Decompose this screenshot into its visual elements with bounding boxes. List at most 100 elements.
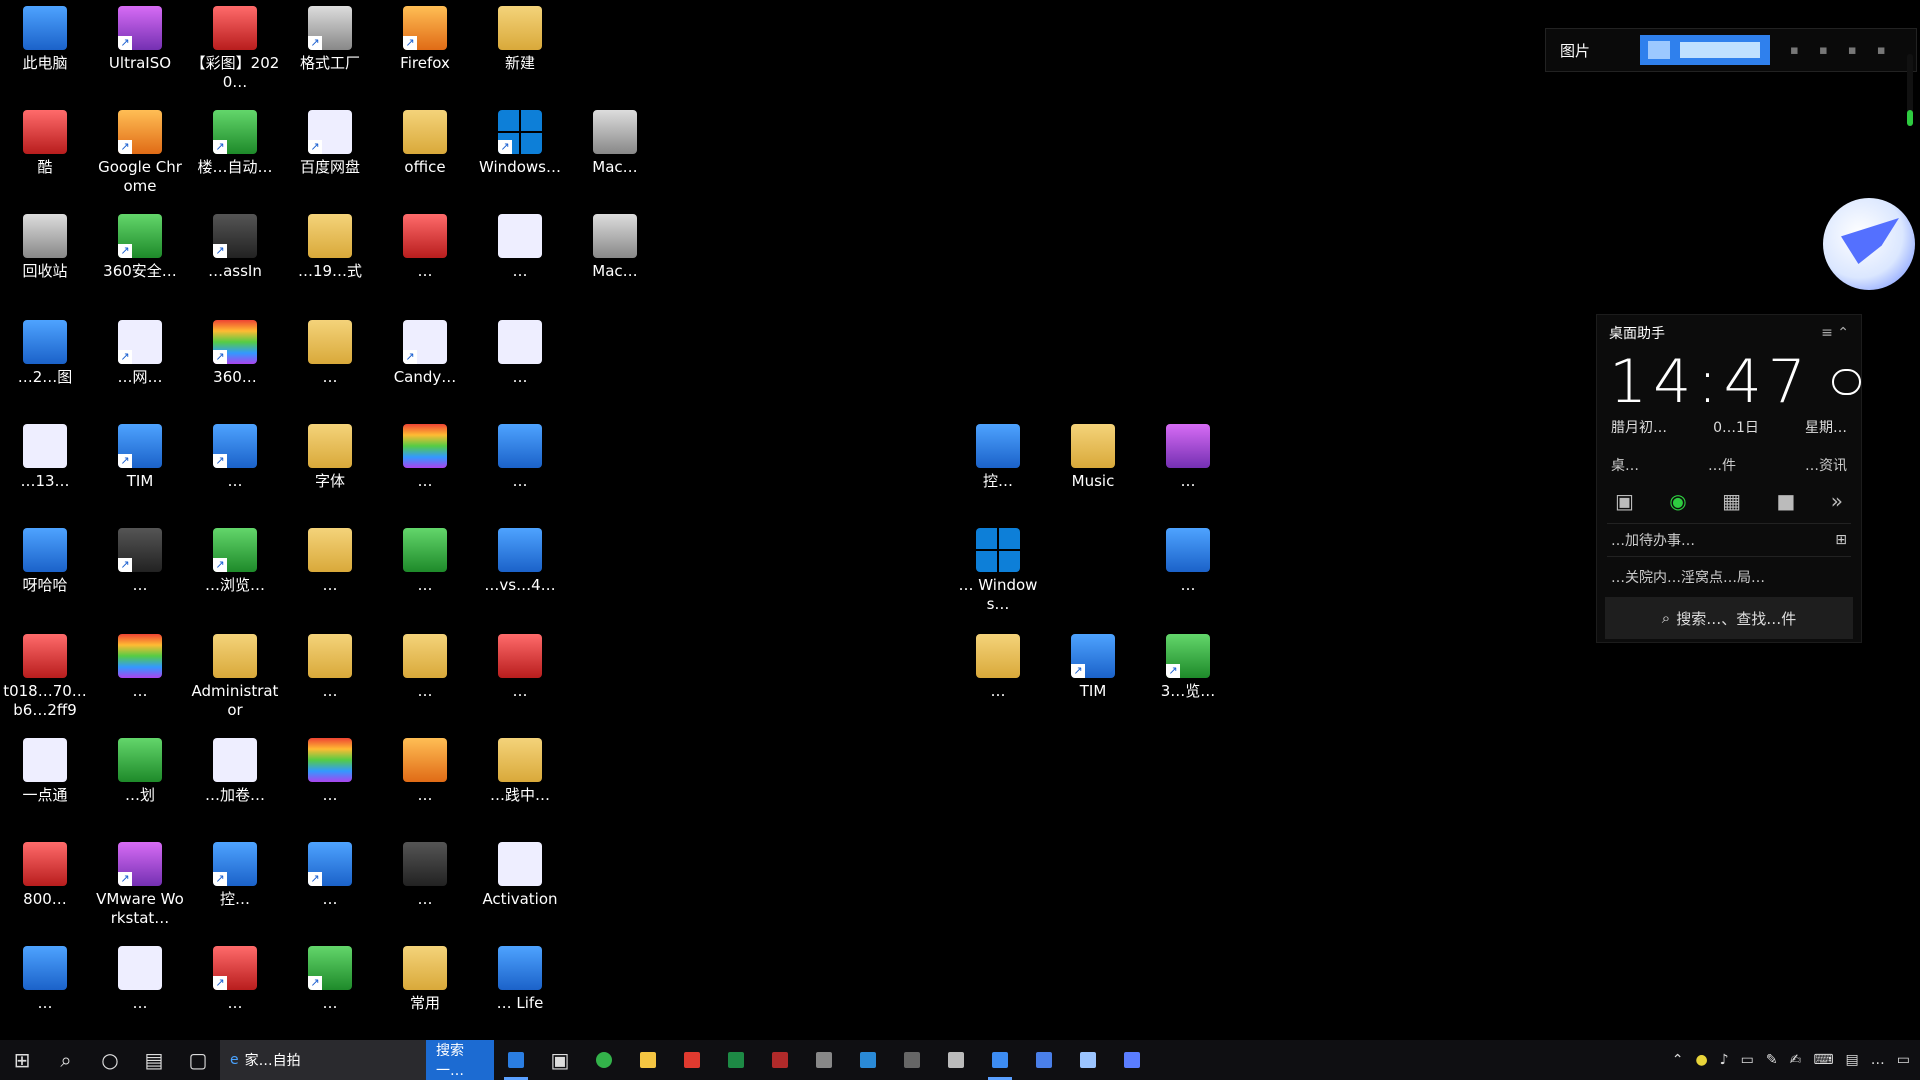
desktop-icon[interactable]: …	[380, 634, 470, 701]
desktop-icon[interactable]: …	[475, 214, 565, 281]
desktop-icon[interactable]: office	[380, 110, 470, 177]
save-icon[interactable]: ■	[1776, 489, 1795, 513]
desktop-icon[interactable]: …	[95, 946, 185, 1013]
desktop-icon[interactable]: … Life	[475, 946, 565, 1013]
app-icon-7[interactable]	[890, 1040, 934, 1080]
eye-icon[interactable]: ◉	[1669, 489, 1686, 513]
desktop-icon[interactable]: Activation	[475, 842, 565, 909]
app-icon-6[interactable]	[846, 1040, 890, 1080]
image-bar-button[interactable]	[1640, 35, 1770, 65]
desktop-icon[interactable]: ↗ Firefox	[380, 6, 470, 73]
pen-icon[interactable]: ✎	[1766, 1052, 1778, 1068]
desktop-icon[interactable]: 800…	[0, 842, 90, 909]
news-shortcut[interactable]: …资讯	[1805, 455, 1847, 475]
app-icon-1[interactable]	[494, 1040, 538, 1080]
desktop-icon[interactable]: 字体	[285, 424, 375, 491]
desktop-icon[interactable]: …19…式	[285, 214, 375, 281]
desktop-icon[interactable]: ↗ TIM	[95, 424, 185, 491]
volume-icon[interactable]: ♪	[1720, 1052, 1729, 1068]
desktop-icon[interactable]: …	[1143, 424, 1233, 491]
tray-clock[interactable]: …	[1871, 1052, 1885, 1068]
desktop-icon[interactable]: …	[380, 842, 470, 909]
ime-icon[interactable]: ▤	[1846, 1052, 1859, 1068]
desktop-shortcut[interactable]: 桌…	[1611, 455, 1639, 475]
desktop-icon[interactable]: …	[380, 738, 470, 805]
ink-icon[interactable]: ✍	[1790, 1052, 1802, 1068]
desktop-icon[interactable]: 一点通	[0, 738, 90, 805]
desktop-icon[interactable]: …践中…	[475, 738, 565, 805]
cortana-icon[interactable]: ○	[88, 1040, 132, 1080]
excel-icon[interactable]	[714, 1040, 758, 1080]
desktop-icon[interactable]: Mac…	[570, 214, 660, 281]
desktop-icon[interactable]: …	[475, 634, 565, 701]
desktop-icon[interactable]: t018…70…b6…2ff9	[0, 634, 90, 720]
desktop-icon[interactable]: …vs…4…	[475, 528, 565, 595]
desktop-icon[interactable]: …	[380, 528, 470, 595]
desktop-icon[interactable]: ↗ UltraISO	[95, 6, 185, 73]
image-search-bar[interactable]: 图片 ▪ ▪ ▪ ▪	[1545, 28, 1917, 72]
desktop-icon[interactable]: ↗ Windows…	[475, 110, 565, 177]
task-view-icon[interactable]: ▤	[132, 1040, 176, 1080]
desktop-icon[interactable]: 酷	[0, 110, 90, 177]
app-icon-9[interactable]	[978, 1040, 1022, 1080]
desktop-icon[interactable]: 控…	[953, 424, 1043, 491]
file-search-shortcut[interactable]: …件	[1708, 455, 1736, 475]
desktop-icon[interactable]: ↗ …assIn	[190, 214, 280, 281]
tools-icon[interactable]: ▦	[1722, 489, 1741, 513]
desktop-icon[interactable]: …	[285, 738, 375, 805]
desktop-icon[interactable]: …2…图	[0, 320, 90, 387]
notification-icon[interactable]: ▭	[1897, 1052, 1910, 1068]
desktop-icon[interactable]: ↗ TIM	[1048, 634, 1138, 701]
desktop-icon[interactable]: ↗ VMware Workstat…	[95, 842, 185, 928]
assistant-search-button[interactable]: ⌕ 搜索…、查找…件	[1605, 597, 1853, 639]
desktop-icon[interactable]: 【彩图】2020…	[190, 6, 280, 92]
tray-app-icon[interactable]: ●	[1695, 1052, 1707, 1068]
bird-floating-icon[interactable]	[1823, 198, 1915, 290]
chevron-right-icon[interactable]: »	[1831, 489, 1843, 513]
desktop-icon[interactable]: …	[285, 528, 375, 595]
desktop-icon[interactable]: ↗ 控…	[190, 842, 280, 909]
app-icon-10[interactable]	[1022, 1040, 1066, 1080]
desktop-icon[interactable]: ↗ 3…览…	[1143, 634, 1233, 701]
desktop-icon[interactable]: ↗ 360…	[190, 320, 280, 387]
desktop-icon[interactable]: ↗ …网…	[95, 320, 185, 387]
file-explorer-icon[interactable]	[626, 1040, 670, 1080]
scrollbar-thumb[interactable]	[1907, 110, 1913, 126]
desktop-icon[interactable]: …	[1143, 528, 1233, 595]
app-icon-5[interactable]	[802, 1040, 846, 1080]
desktop-icon[interactable]: ↗…	[190, 946, 280, 1013]
app-icon-11[interactable]	[1066, 1040, 1110, 1080]
desktop-icon[interactable]: …	[380, 214, 470, 281]
news-line[interactable]: …关院内…淫窝点…局…	[1597, 557, 1861, 597]
desktop-icon[interactable]: ↗ Candy…	[380, 320, 470, 387]
desktop-icon[interactable]: 此电脑	[0, 6, 90, 73]
taskbar-search-app[interactable]: 搜索一…	[426, 1040, 494, 1080]
desktop-icon[interactable]: 新建	[475, 6, 565, 73]
desktop-icon[interactable]: ↗…	[190, 424, 280, 491]
desktop-icon[interactable]: …	[0, 946, 90, 1013]
network-icon[interactable]: ▭	[1741, 1052, 1754, 1068]
menu-icon[interactable]: ≡ ⌃	[1821, 325, 1849, 341]
app-icon-8[interactable]	[934, 1040, 978, 1080]
app-icon-4[interactable]	[758, 1040, 802, 1080]
desktop-icon[interactable]: …	[475, 424, 565, 491]
desktop-icon[interactable]: ↗ …浏览…	[190, 528, 280, 595]
desktop-icon[interactable]: …	[475, 320, 565, 387]
desktop-icon[interactable]: ↗ Google Chrome	[95, 110, 185, 196]
desktop-icon[interactable]: … Windows…	[953, 528, 1043, 614]
app-icon-2[interactable]	[582, 1040, 626, 1080]
desktop-icon[interactable]: …加卷…	[190, 738, 280, 805]
store-icon[interactable]: ▣	[538, 1040, 582, 1080]
desktop-icon[interactable]: 常用	[380, 946, 470, 1013]
desktop-icon[interactable]: …	[95, 634, 185, 701]
keyboard-icon[interactable]: ⌨	[1813, 1052, 1833, 1068]
desktop-icon[interactable]: 回收站	[0, 214, 90, 281]
desktop-icon[interactable]: ↗ 格式工厂	[285, 6, 375, 73]
todo-entry[interactable]: …加待办事… ⊞	[1607, 523, 1851, 557]
qr-icon[interactable]: ⊞	[1835, 532, 1847, 548]
desktop-icon[interactable]: Mac…	[570, 110, 660, 177]
desktop-icon[interactable]: ↗ 百度网盘	[285, 110, 375, 177]
desktop-icon[interactable]: …	[285, 320, 375, 387]
desktop-icon[interactable]: ↗ 楼…自动…	[190, 110, 280, 177]
desktop-icon[interactable]: ↗ 360安全…	[95, 214, 185, 281]
